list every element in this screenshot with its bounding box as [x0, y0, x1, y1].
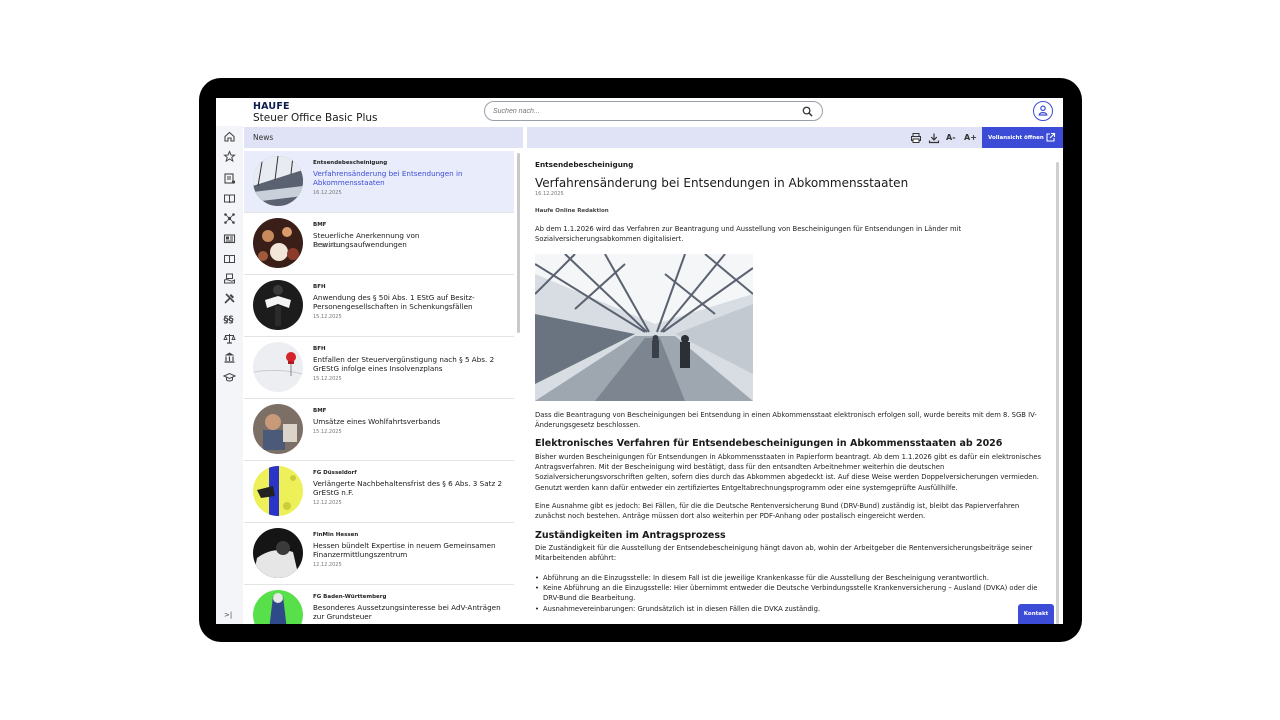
tools-icon[interactable]: [223, 292, 236, 305]
search-bar[interactable]: [484, 101, 823, 121]
news-title[interactable]: Hessen bündelt Expertise in neuem Gemein…: [313, 541, 511, 559]
graduation-cap-icon[interactable]: [223, 371, 236, 384]
article-image: [535, 254, 753, 401]
article-category: Entsendebescheinigung: [535, 160, 634, 169]
news-title[interactable]: Entfallen der Steuervergünstigung nach §…: [313, 355, 511, 373]
news-date: 12.12.2025: [313, 562, 342, 568]
list-item: Ausnahmevereinbarungen: Grundsätzlich is…: [535, 604, 1045, 614]
news-item[interactable]: BFH Entfallen der Steuervergünstigung na…: [244, 337, 514, 399]
article-paragraph: Bisher wurden Bescheinigungen für Entsen…: [535, 453, 1042, 492]
news-title[interactable]: Anwendung des § 50i Abs. 1 EStG auf Besi…: [313, 293, 511, 311]
news-title[interactable]: Verlängerte Nachbehaltensfrist des § 6 A…: [313, 479, 511, 497]
font-smaller-button[interactable]: A-: [946, 133, 956, 142]
user-icon: [1038, 105, 1048, 116]
news-thumbnail: [253, 528, 303, 578]
open-full-view-button[interactable]: Vollansicht öffnen: [982, 127, 1063, 148]
news-date: 16.12.2025: [313, 243, 342, 249]
paragraph-icon[interactable]: §§: [223, 312, 236, 326]
search-input[interactable]: [493, 105, 793, 118]
news-list-scrollbar[interactable]: [517, 153, 520, 333]
product-name: Steuer Office Basic Plus: [253, 112, 378, 124]
news-category: BMF: [313, 222, 327, 228]
collapse-rail-button[interactable]: >|: [224, 611, 232, 619]
news-item[interactable]: FG Düsseldorf Verlängerte Nachbehaltensf…: [244, 461, 514, 523]
list-item: Keine Abführung an die Einzugsstelle: Hi…: [535, 583, 1045, 603]
news-thumbnail: [253, 280, 303, 330]
walkway-photo: [535, 254, 753, 401]
news-title[interactable]: Steuerliche Anerkennung von Bewirtungsau…: [313, 231, 511, 249]
book-icon[interactable]: [223, 252, 236, 265]
news-panel-header: News: [244, 127, 523, 148]
news-item[interactable]: FinMin Hessen Hessen bündelt Expertise i…: [244, 523, 514, 585]
article-title: Verfahrensänderung bei Entsendungen in A…: [535, 176, 909, 190]
article-paragraph: Dass die Beantragung von Bescheinigungen…: [535, 411, 1037, 430]
search-icon[interactable]: [802, 106, 813, 117]
article-subheading: Zuständigkeiten im Antragsprozess: [535, 530, 726, 541]
news-thumbnail: [253, 466, 303, 516]
news-item[interactable]: Entsendebescheinigung Verfahrensänderung…: [244, 151, 514, 213]
article-date: 16.12.2025: [535, 191, 564, 197]
news-date: 15.12.2025: [313, 429, 342, 435]
news-item[interactable]: BFH Anwendung des § 50i Abs. 1 EStG auf …: [244, 275, 514, 337]
book-open-icon[interactable]: [223, 192, 236, 205]
app-screen: HAUFE Steuer Office Basic Plus §§ >| New…: [216, 98, 1063, 624]
svg-text:§§: §§: [224, 315, 234, 326]
external-link-icon: [1046, 132, 1056, 142]
news-thumbnail: [253, 342, 303, 392]
news-category: FG Baden-Württemberg: [313, 594, 387, 600]
news-category: FG Düsseldorf: [313, 470, 357, 476]
newspaper-icon[interactable]: [223, 232, 236, 245]
network-icon[interactable]: [223, 212, 236, 225]
font-larger-button[interactable]: A+: [964, 133, 977, 142]
news-date: 16.12.2025: [313, 190, 342, 196]
open-full-view-label: Vollansicht öffnen: [988, 134, 1044, 141]
news-category: Entsendebescheinigung: [313, 160, 388, 166]
news-title[interactable]: Umsätze eines Wohlfahrtsverbands: [313, 417, 511, 426]
scales-icon[interactable]: [223, 332, 236, 345]
bank-icon[interactable]: [223, 351, 236, 364]
news-category: BFH: [313, 346, 326, 352]
news-item[interactable]: BMF Umsätze eines Wohlfahrtsverbands 15.…: [244, 399, 514, 461]
news-item[interactable]: FG Baden-Württemberg Besonderes Aussetzu…: [244, 585, 514, 624]
news-thumbnail: [253, 590, 303, 624]
list-item: Abführung an die Einzugsstelle: In diese…: [535, 573, 1045, 583]
news-category: BFH: [313, 284, 326, 290]
news-date: 15.12.2025: [313, 376, 342, 382]
home-icon[interactable]: [223, 130, 236, 143]
news-title[interactable]: Besonderes Aussetzungsinteresse bei AdV-…: [313, 603, 511, 621]
article-paragraph: Eine Ausnahme gibt es jedoch: Bei Fällen…: [535, 502, 1020, 521]
news-date: 15.12.2025: [313, 314, 342, 320]
article-subheading: Elektronisches Verfahren für Entsendebes…: [535, 438, 1003, 449]
star-icon[interactable]: [223, 150, 236, 163]
article-author: Haufe Online Redaktion: [535, 208, 609, 214]
document-list-icon[interactable]: [223, 172, 236, 185]
news-category: BMF: [313, 408, 327, 414]
news-category: FinMin Hessen: [313, 532, 359, 538]
news-list: Entsendebescheinigung Verfahrensänderung…: [244, 151, 514, 624]
news-item[interactable]: BMF Steuerliche Anerkennung von Bewirtun…: [244, 213, 514, 275]
article-bullet-list: Abführung an die Einzugsstelle: In diese…: [535, 573, 1045, 614]
news-thumbnail: [253, 404, 303, 454]
news-thumbnail: [253, 218, 303, 268]
print-icon[interactable]: [910, 132, 922, 144]
box-hand-icon[interactable]: [223, 272, 236, 285]
article-scrollbar[interactable]: [1056, 162, 1059, 624]
haufe-logo[interactable]: HAUFE: [253, 101, 290, 112]
article-content: Entsendebescheinigung Verfahrensänderung…: [535, 156, 1049, 624]
article-paragraph: Die Zuständigkeit für die Ausstellung de…: [535, 544, 1033, 563]
user-avatar-button[interactable]: [1033, 101, 1053, 121]
left-navigation-rail: §§ >|: [216, 126, 243, 624]
news-date: 12.12.2025: [313, 500, 342, 506]
news-panel-title: News: [253, 133, 274, 142]
contact-button[interactable]: Kontakt: [1018, 604, 1054, 624]
app-header: HAUFE Steuer Office Basic Plus: [216, 98, 1063, 126]
news-thumbnail: [253, 156, 303, 206]
download-icon[interactable]: [928, 132, 940, 144]
news-title[interactable]: Verfahrensänderung bei Entsendungen in A…: [313, 169, 511, 187]
article-intro: Ab dem 1.1.2026 wird das Verfahren zur B…: [535, 225, 962, 244]
